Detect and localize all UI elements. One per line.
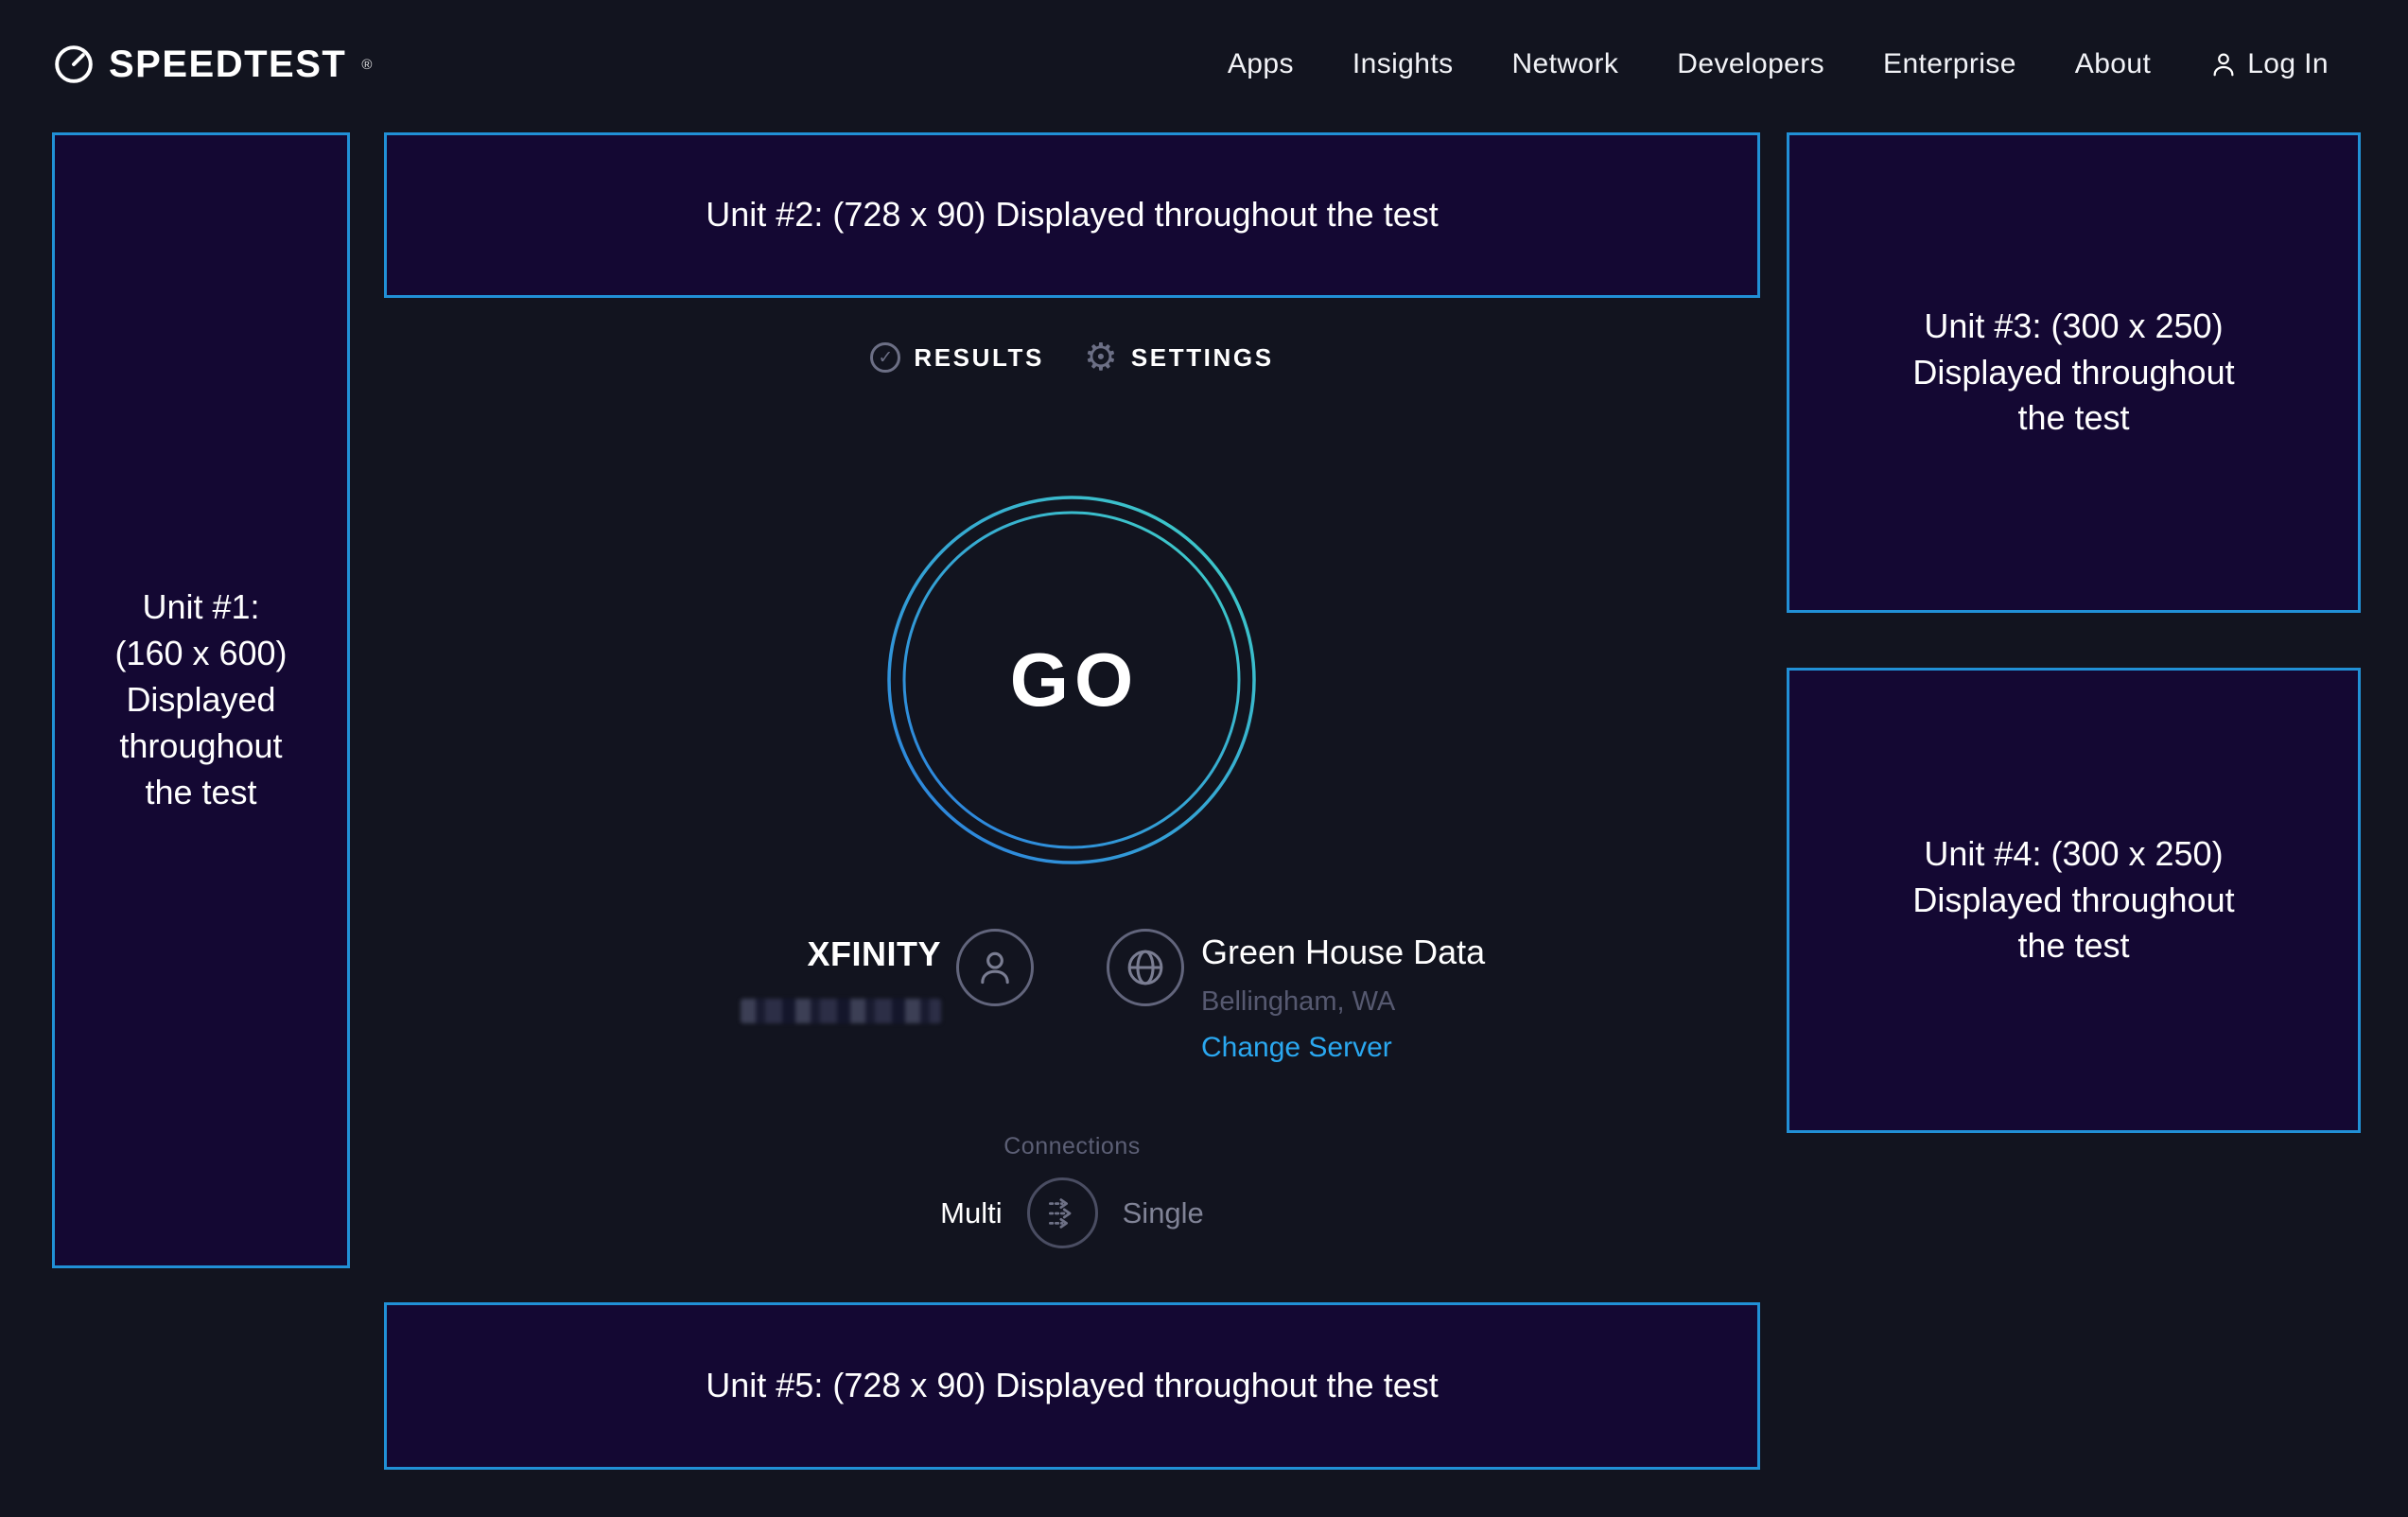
- change-server-link[interactable]: Change Server: [1201, 1032, 1485, 1064]
- connections-row: Multi Single: [384, 1177, 1760, 1248]
- tab-results-label: RESULTS: [914, 343, 1044, 373]
- server-name: Green House Data: [1201, 933, 1485, 972]
- connections-label: Connections: [384, 1133, 1760, 1160]
- ad-unit-5[interactable]: Unit #5: (728 x 90) Displayed throughout…: [384, 1302, 1760, 1470]
- user-icon: [2209, 50, 2238, 78]
- logo-trademark: ®: [361, 57, 372, 73]
- speedtest-logo[interactable]: SPEEDTEST ®: [52, 43, 372, 86]
- check-circle-icon: ✓: [870, 342, 900, 373]
- multi-arrows-icon: [1040, 1192, 1084, 1235]
- nav-item-network[interactable]: Network: [1511, 48, 1618, 80]
- nav-item-developers[interactable]: Developers: [1677, 48, 1824, 80]
- ad-unit-3[interactable]: Unit #3: (300 x 250) Displayed throughou…: [1787, 132, 2361, 613]
- go-button[interactable]: GO: [882, 491, 1261, 869]
- ad-unit-4-text: Unit #4: (300 x 250) Displayed throughou…: [1912, 831, 2234, 970]
- nav-item-enterprise[interactable]: Enterprise: [1883, 48, 2016, 80]
- connections-multi-option[interactable]: Multi: [940, 1196, 1002, 1230]
- ad-unit-2[interactable]: Unit #2: (728 x 90) Displayed throughout…: [384, 132, 1760, 298]
- ad-unit-1[interactable]: Unit #1: (160 x 600) Displayed throughou…: [52, 132, 350, 1268]
- view-tabs: ✓ RESULTS ⚙ SETTINGS: [384, 342, 1760, 373]
- tab-settings[interactable]: ⚙ SETTINGS: [1084, 342, 1274, 373]
- speedtest-page: SPEEDTEST ® Apps Insights Network Develo…: [0, 0, 2408, 1517]
- isp-user-icon[interactable]: [956, 929, 1034, 1006]
- login-button[interactable]: Log In: [2209, 48, 2329, 80]
- connections-single-option[interactable]: Single: [1123, 1196, 1204, 1230]
- go-label: GO: [882, 491, 1261, 869]
- tab-settings-label: SETTINGS: [1131, 343, 1274, 373]
- nav-item-about[interactable]: About: [2075, 48, 2151, 80]
- ad-unit-1-text: Unit #1: (160 x 600) Displayed throughou…: [114, 584, 287, 816]
- server-info: Green House Data Bellingham, WA Change S…: [1201, 933, 1485, 1064]
- ad-unit-2-text: Unit #2: (728 x 90) Displayed throughout…: [706, 192, 1438, 238]
- connections-toggle[interactable]: [1027, 1177, 1098, 1248]
- top-nav: SPEEDTEST ® Apps Insights Network Develo…: [0, 0, 2408, 129]
- isp-redacted-detail: [741, 999, 941, 1023]
- ad-unit-3-text: Unit #3: (300 x 250) Displayed throughou…: [1912, 304, 2234, 443]
- login-label: Log In: [2247, 48, 2329, 80]
- nav-item-insights[interactable]: Insights: [1352, 48, 1454, 80]
- nav-item-apps[interactable]: Apps: [1228, 48, 1294, 80]
- ad-unit-5-text: Unit #5: (728 x 90) Displayed throughout…: [706, 1363, 1438, 1409]
- server-location: Bellingham, WA: [1201, 986, 1485, 1018]
- tab-results[interactable]: ✓ RESULTS: [870, 342, 1044, 373]
- ad-unit-4[interactable]: Unit #4: (300 x 250) Displayed throughou…: [1787, 668, 2361, 1133]
- isp-name: XFINITY: [662, 934, 941, 974]
- gear-icon: ⚙: [1084, 342, 1118, 373]
- nav-menu: Apps Insights Network Developers Enterpr…: [1228, 48, 2329, 80]
- server-globe-icon[interactable]: [1107, 929, 1184, 1006]
- gauge-icon: [52, 43, 96, 86]
- logo-wordmark: SPEEDTEST: [109, 44, 346, 86]
